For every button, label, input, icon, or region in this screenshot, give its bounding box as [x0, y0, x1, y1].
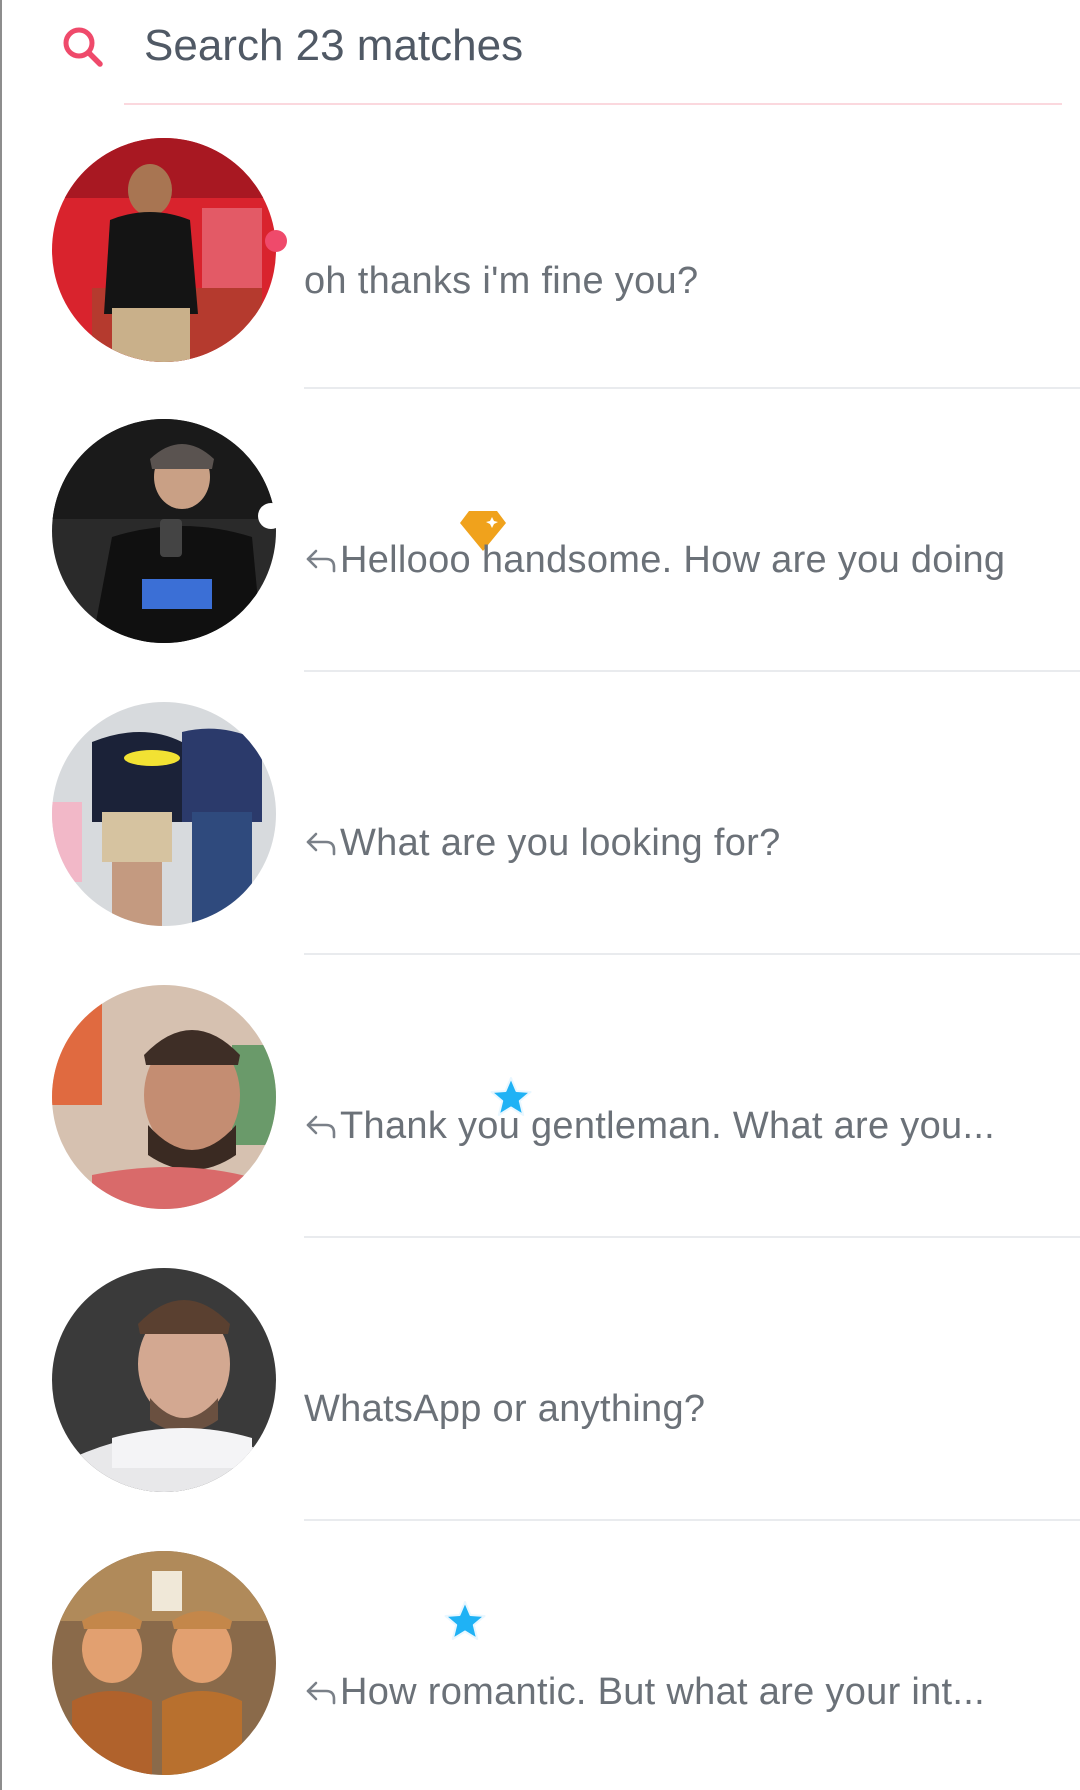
reply-arrow-icon [306, 832, 336, 856]
avatar[interactable] [52, 985, 276, 1209]
avatar[interactable] [52, 419, 276, 643]
reply-arrow-icon [306, 1115, 336, 1139]
avatar-photo [52, 985, 276, 1209]
match-row[interactable]: Hellooo handsome. How are you doing [2, 389, 1080, 672]
avatar[interactable] [52, 702, 276, 926]
last-message: oh thanks i'm fine you? [304, 260, 699, 302]
match-list: oh thanks i'm fine you? Hellooo handsome… [2, 106, 1080, 1790]
last-message: Hellooo handsome. How are you doing [304, 539, 1005, 582]
avatar-photo [52, 702, 276, 926]
match-row[interactable]: How romantic. But what are your int... [2, 1521, 1080, 1790]
avatar-photo [52, 138, 276, 362]
blue-star-icon [444, 1601, 486, 1640]
match-row[interactable]: oh thanks i'm fine you? [2, 106, 1080, 389]
search-bar[interactable] [2, 0, 1080, 106]
last-message: How romantic. But what are your int... [304, 1671, 985, 1714]
avatar[interactable] [52, 138, 276, 362]
search-input[interactable] [144, 14, 1044, 78]
avatar[interactable] [52, 1268, 276, 1492]
avatar-photo [52, 1551, 276, 1775]
match-row[interactable]: What are you looking for? [2, 672, 1080, 955]
last-message: Thank you gentleman. What are you... [304, 1105, 995, 1148]
last-message: What are you looking for? [304, 822, 781, 865]
reply-arrow-icon [306, 1681, 336, 1705]
match-row[interactable]: Thank you gentleman. What are you... [2, 955, 1080, 1238]
avatar-photo [52, 1268, 276, 1492]
match-row[interactable]: WhatsApp or anything? [2, 1238, 1080, 1521]
avatar-photo [52, 419, 276, 643]
avatar[interactable] [52, 1551, 276, 1775]
last-message: WhatsApp or anything? [304, 1388, 706, 1430]
search-icon [63, 27, 103, 67]
unread-dot-icon [265, 230, 287, 252]
search-underline [124, 103, 1062, 105]
avatar-notch [258, 503, 284, 529]
matches-screen: oh thanks i'm fine you? [0, 0, 1080, 1790]
reply-arrow-icon [306, 549, 336, 573]
